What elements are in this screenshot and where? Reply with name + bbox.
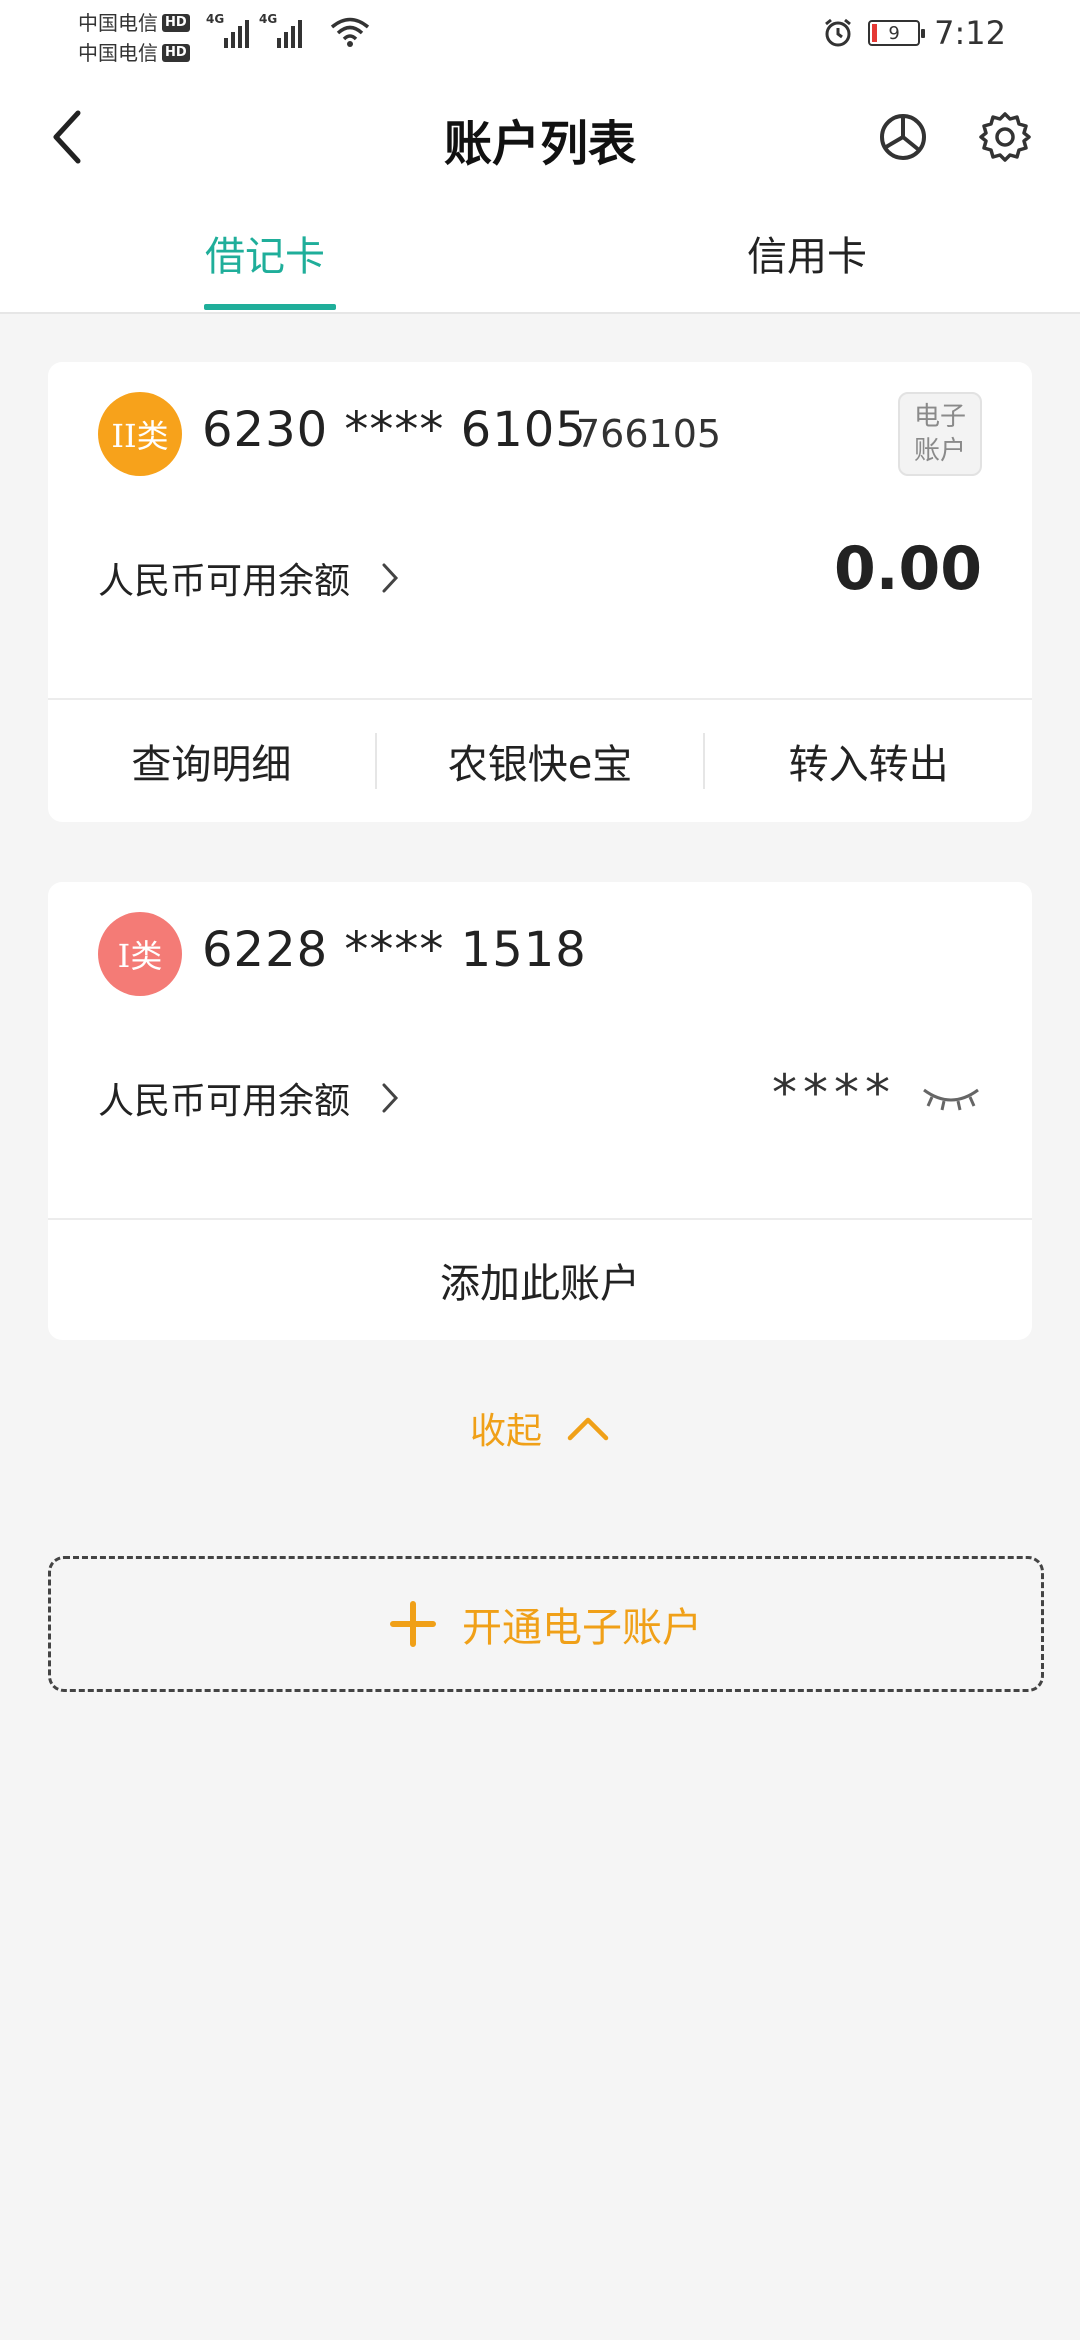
account-card-1: II类 6230 **** 6105 766105 电子 账户 人民币可用余额 …	[48, 362, 1032, 822]
status-bar: 中国电信 HD 中国电信 HD 4G 4G 9 7:12	[0, 0, 1080, 72]
balance-label-link[interactable]: 人民币可用余额	[98, 1072, 400, 1124]
transfer-in-out-button[interactable]: 转入转出	[705, 732, 1032, 790]
carrier-name-1: 中国电信	[78, 11, 158, 35]
collapse-label: 收起	[469, 1411, 542, 1452]
hd-badge-1: HD	[162, 14, 190, 32]
eye-closed-icon[interactable]	[920, 1082, 982, 1112]
network-type-1: 4G	[206, 12, 225, 26]
e-account-tag-line2: 账户	[913, 436, 966, 466]
account-type-badge: I类	[98, 912, 182, 996]
kuai-e-bao-button[interactable]: 农银快e宝	[377, 732, 704, 790]
card-suffix: 766105	[576, 412, 722, 456]
statistics-button[interactable]	[868, 102, 938, 172]
tab-debit-card[interactable]: 借记卡	[205, 224, 325, 282]
collapse-button[interactable]: 收起	[0, 1402, 1080, 1454]
signal-icon-2: 4G	[259, 12, 302, 48]
app-header: 账户列表	[0, 72, 1080, 202]
open-e-account-label: 开通电子账户	[462, 1605, 702, 1651]
balance-masked: ****	[772, 1064, 896, 1122]
hd-badge-2: HD	[162, 44, 190, 62]
pie-chart-icon	[880, 114, 926, 160]
battery-icon: 9	[868, 20, 926, 46]
card-number: 6228 **** 1518	[202, 922, 587, 978]
status-right: 9 7:12	[822, 14, 1006, 52]
balance-amount: 0.00	[833, 534, 982, 604]
balance-label: 人民币可用余额	[98, 561, 351, 602]
chevron-up-icon	[567, 1417, 609, 1441]
e-account-tag-line1: 电子	[913, 402, 966, 432]
card-actions: 查询明细 农银快e宝 转入转出	[48, 700, 1032, 822]
card-type-tabs: 借记卡 信用卡	[0, 202, 1080, 314]
chevron-right-icon	[382, 1083, 399, 1113]
balance-label: 人民币可用余额	[98, 1081, 351, 1122]
account-type-badge: II类	[98, 392, 182, 476]
clock: 7:12	[934, 14, 1006, 52]
carrier-info: 中国电信 HD 中国电信 HD	[78, 8, 190, 68]
tab-credit-card[interactable]: 信用卡	[747, 224, 867, 282]
gear-icon	[979, 112, 1031, 162]
carrier-name-2: 中国电信	[78, 41, 158, 65]
add-this-account-button[interactable]: 添加此账户	[48, 1220, 1032, 1340]
open-e-account-button[interactable]: 开通电子账户	[48, 1556, 1044, 1692]
chevron-right-icon	[382, 563, 399, 593]
account-card-2: I类 6228 **** 1518 人民币可用余额 **** 添加此账户	[48, 882, 1032, 1340]
alarm-icon	[825, 18, 852, 47]
wifi-icon	[330, 17, 370, 47]
balance-label-link[interactable]: 人民币可用余额	[98, 552, 400, 604]
battery-level: 9	[888, 22, 900, 44]
card-number: 6230 **** 6105	[202, 402, 587, 458]
query-details-button[interactable]: 查询明细	[48, 732, 375, 790]
network-type-2: 4G	[259, 12, 278, 26]
tab-active-indicator	[204, 304, 336, 310]
plus-icon	[390, 1601, 436, 1647]
settings-button[interactable]	[970, 102, 1040, 172]
e-account-tag: 电子 账户	[898, 392, 982, 476]
signal-icon-1: 4G	[206, 12, 249, 48]
signal-indicators: 4G 4G	[206, 12, 302, 48]
